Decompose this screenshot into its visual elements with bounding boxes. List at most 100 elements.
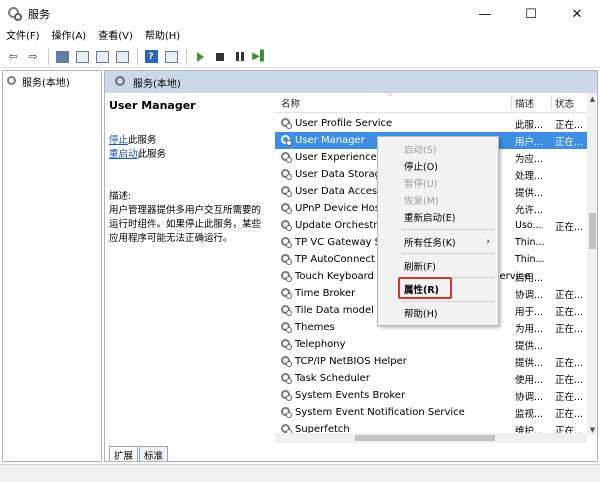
service-name: System Events Broker xyxy=(295,390,406,401)
service-name: TCP/IP NetBIOS Helper xyxy=(295,356,407,367)
console-tree-icon[interactable] xyxy=(53,48,71,66)
service-gear-icon xyxy=(281,253,293,266)
scroll-down-icon[interactable]: ▼ xyxy=(587,424,597,435)
submenu-arrow-icon: › xyxy=(486,236,490,247)
pause-service-icon[interactable] xyxy=(231,48,249,66)
list-view-icon[interactable] xyxy=(73,48,91,66)
service-name: User Manager xyxy=(295,135,365,146)
stop-service-icon[interactable] xyxy=(211,48,229,66)
service-desc: 为用... xyxy=(515,323,544,335)
restart-service-icon[interactable]: ▶▌ xyxy=(251,48,269,66)
service-name: Themes xyxy=(295,322,335,333)
service-desc: Thin... xyxy=(515,237,545,248)
column-divider[interactable] xyxy=(551,96,552,110)
sort-indicator-icon: ⌃ xyxy=(387,93,393,101)
service-desc: 监视... xyxy=(515,408,544,420)
window-title: 服务 xyxy=(28,8,50,21)
service-gear-icon xyxy=(281,372,293,385)
menu-separator xyxy=(402,253,494,254)
service-gear-icon xyxy=(281,134,293,147)
service-name: Telephony xyxy=(295,339,346,350)
tab-standard[interactable]: 标准 xyxy=(139,446,169,461)
menu-item-help[interactable]: 帮助(H) xyxy=(378,304,498,321)
back-arrow-icon[interactable]: ⇦ xyxy=(4,48,22,66)
service-gear-icon xyxy=(281,304,293,317)
menu-item-label: 所有任务(K) xyxy=(404,237,456,249)
selected-service-name: User Manager xyxy=(109,99,196,112)
service-status: 正在... xyxy=(555,374,584,386)
properties-highlight-box xyxy=(398,277,452,299)
column-header-status[interactable]: 状态 xyxy=(555,96,574,110)
status-bar xyxy=(0,464,600,482)
tree-item-label: 服务(本地) xyxy=(22,77,70,89)
horizontal-scrollbar[interactable] xyxy=(275,433,587,443)
service-name: UPnP Device Host xyxy=(295,203,384,214)
menu-separator xyxy=(402,301,494,302)
service-desc: 提供... xyxy=(515,357,544,369)
context-menu: 启动(S) 停止(O) 暂停(U) 恢复(M) 重新启动(E) 所有任务(K) … xyxy=(377,136,499,326)
menu-help[interactable]: 帮助(H) xyxy=(139,28,186,46)
menu-item-all-tasks[interactable]: 所有任务(K) › xyxy=(378,233,498,250)
properties-pane-icon[interactable] xyxy=(162,48,180,66)
service-gear-icon xyxy=(281,236,293,249)
forward-arrow-icon[interactable]: ⇨ xyxy=(24,48,42,66)
tab-extended[interactable]: 扩展 xyxy=(109,446,139,461)
service-status: 正在... xyxy=(555,306,584,318)
service-status: 正在... xyxy=(555,323,584,335)
menu-item-stop[interactable]: 停止(O) xyxy=(378,157,498,174)
toolbar-separator xyxy=(137,48,138,65)
service-desc: 此服... xyxy=(515,119,544,131)
minimize-button[interactable]: — xyxy=(462,0,508,28)
service-gear-icon xyxy=(281,270,293,283)
menu-file[interactable]: 文件(F) xyxy=(0,28,46,46)
service-desc: 允许... xyxy=(515,204,544,216)
menu-item-refresh[interactable]: 刷新(F) xyxy=(378,257,498,274)
help-icon[interactable]: ? xyxy=(142,48,160,66)
vertical-scrollbar[interactable]: ▲ ▼ xyxy=(587,93,597,435)
scroll-thumb[interactable] xyxy=(589,213,596,249)
menu-separator xyxy=(402,229,494,230)
scroll-up-icon[interactable]: ▲ xyxy=(587,93,597,104)
service-desc: 协调... xyxy=(515,391,544,403)
menu-view[interactable]: 查看(V) xyxy=(92,28,139,46)
menu-item-restart[interactable]: 重新启动(E) xyxy=(378,208,498,225)
service-name: User Profile Service xyxy=(295,118,393,129)
export-list-icon[interactable] xyxy=(113,48,131,66)
gear-icon xyxy=(115,76,127,88)
service-status: 正在... xyxy=(555,357,584,369)
service-status: 正在... xyxy=(555,136,584,148)
restart-link-suffix: 此服务 xyxy=(137,149,167,160)
table-row[interactable]: System Events Broker 协调... 正在... xyxy=(275,387,587,404)
table-row[interactable]: TCP/IP NetBIOS Helper 提供... 正在... xyxy=(275,353,587,370)
services-gear-icon xyxy=(8,7,22,21)
service-gear-icon xyxy=(281,355,293,368)
service-gear-icon xyxy=(281,287,293,300)
maximize-button[interactable]: ☐ xyxy=(508,0,554,28)
restart-service-link[interactable]: 重启动 xyxy=(109,149,138,160)
view-tabs: 扩展 标准 xyxy=(109,445,169,461)
table-row[interactable]: Task Scheduler 使用... 正在... xyxy=(275,370,587,387)
start-service-icon[interactable] xyxy=(191,48,209,66)
list-header: ⌃ 名称 描述 状态 xyxy=(275,93,587,113)
menu-action[interactable]: 操作(A) xyxy=(46,28,93,46)
column-header-name[interactable]: 名称 xyxy=(281,96,300,110)
close-button[interactable]: ✕ xyxy=(554,0,600,28)
table-row[interactable]: System Event Notification Service 监视... … xyxy=(275,404,587,421)
scroll-thumb[interactable] xyxy=(355,435,495,441)
stop-service-link[interactable]: 停止 xyxy=(109,135,128,146)
service-status: 正在... xyxy=(555,408,584,420)
service-name: System Event Notification Service xyxy=(295,407,465,418)
refresh-view-icon[interactable] xyxy=(93,48,111,66)
menu-item-pause: 暂停(U) xyxy=(404,178,438,190)
toolbar-separator xyxy=(186,48,187,65)
column-divider[interactable] xyxy=(511,96,512,110)
service-status: 正在... xyxy=(555,221,584,233)
table-row[interactable]: Telephony 提供... xyxy=(275,336,587,353)
table-row[interactable]: User Profile Service 此服... 正在... xyxy=(275,115,587,132)
service-gear-icon xyxy=(281,168,293,181)
service-desc: 提供... xyxy=(515,340,544,352)
pane-title: 服务(本地) xyxy=(133,78,181,90)
column-header-description[interactable]: 描述 xyxy=(515,96,534,110)
tree-item-services-local[interactable]: 服务(本地) xyxy=(3,73,101,89)
service-desc: Uso... xyxy=(515,220,542,231)
